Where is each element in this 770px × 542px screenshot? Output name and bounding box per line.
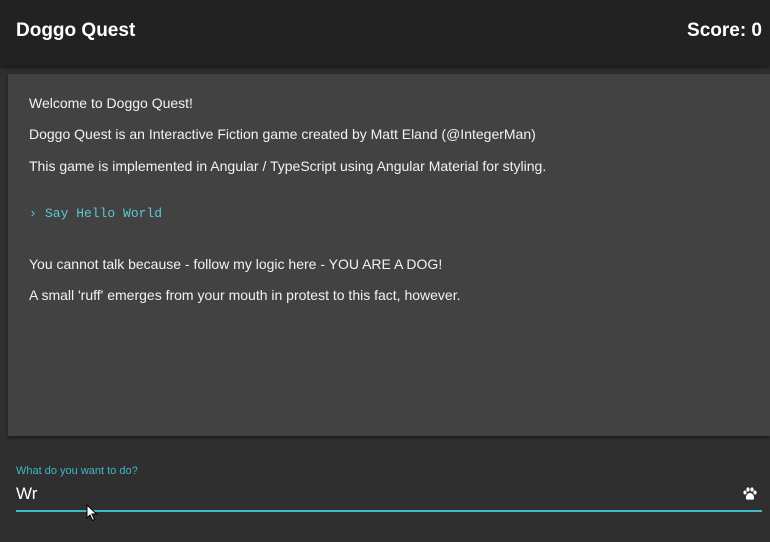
story-line-welcome: Welcome to Doggo Quest!	[29, 95, 193, 111]
story-line-response-2: A small 'ruff' emerges from your mouth i…	[29, 287, 461, 303]
story-line-response-1: You cannot talk because - follow my logi…	[29, 256, 443, 272]
command-input-area: What do you want to do?	[16, 462, 762, 514]
story-output-card: Welcome to Doggo Quest! Doggo Quest is a…	[8, 74, 770, 436]
app-title: Doggo Quest	[16, 20, 136, 41]
mouse-cursor-icon	[86, 504, 98, 522]
echoed-command: › Say Hello World	[29, 206, 162, 221]
command-input[interactable]	[16, 482, 736, 506]
command-input-underline	[16, 510, 762, 512]
app-toolbar: Doggo Quest Score: 0	[0, 0, 770, 66]
chevron-right-icon: ›	[29, 206, 37, 221]
score-display: Score: 0	[687, 20, 762, 41]
command-input-label: What do you want to do?	[16, 465, 138, 477]
paw-icon[interactable]	[742, 486, 758, 502]
echoed-command-text: Say Hello World	[45, 206, 163, 221]
story-line-tech: This game is implemented in Angular / Ty…	[29, 158, 547, 174]
story-line-credits: Doggo Quest is an Interactive Fiction ga…	[29, 126, 536, 142]
